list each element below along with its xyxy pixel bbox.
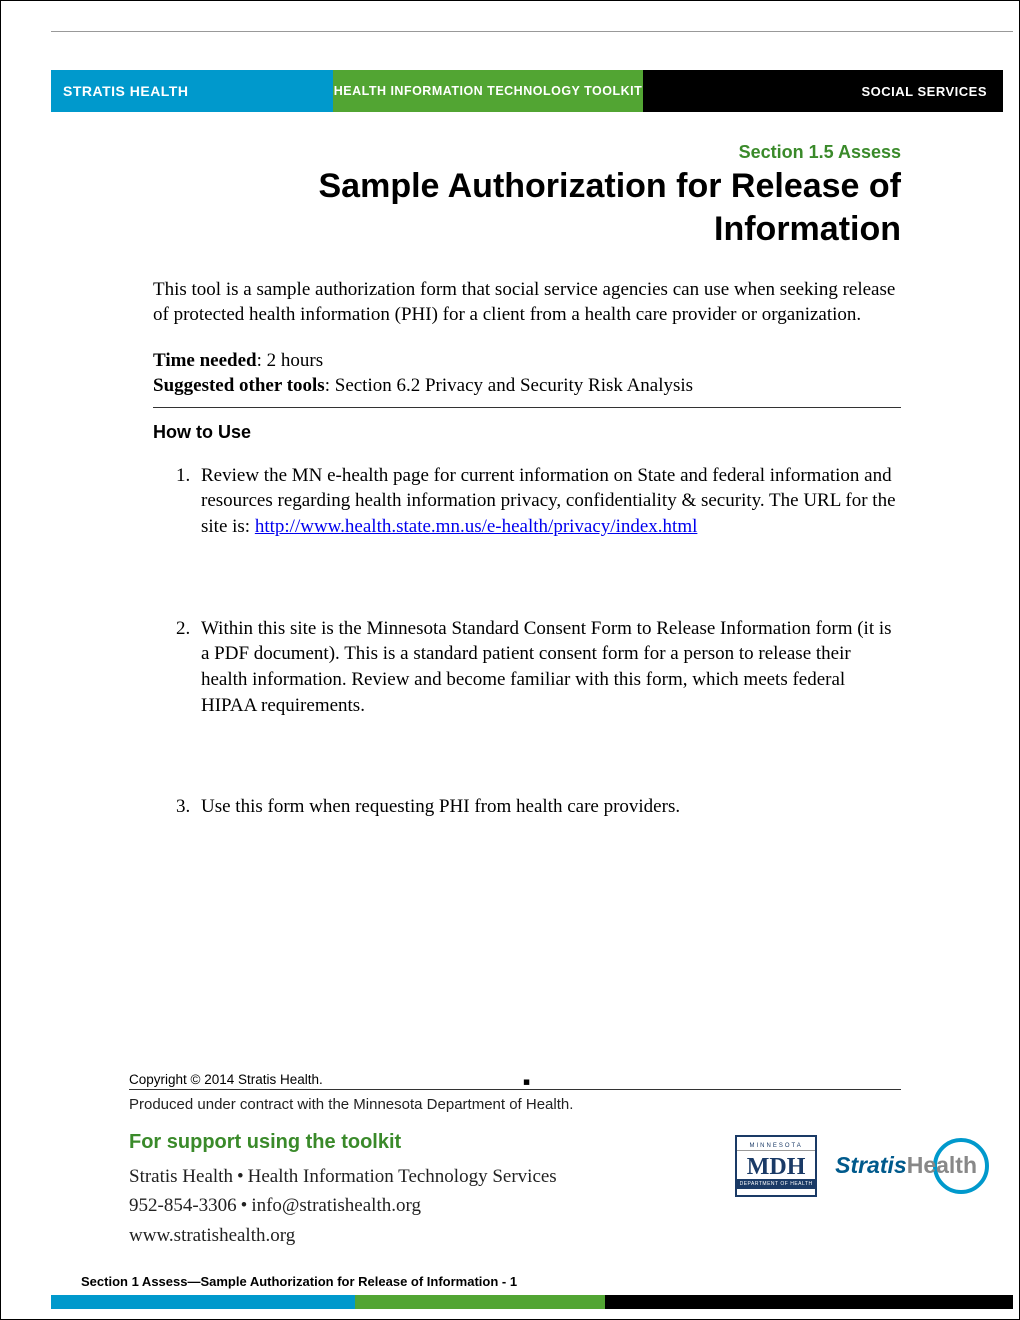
section-label: Section 1.5 Assess — [153, 142, 901, 163]
suggested-tools: Suggested other tools: Section 6.2 Priva… — [153, 374, 901, 399]
support-title: For support using the toolkit — [129, 1127, 557, 1158]
step-3-text: Use this form when requesting PHI from h… — [201, 796, 680, 817]
header-brand: STRATIS HEALTH — [51, 70, 333, 112]
support-org: Stratis Health — [129, 1166, 233, 1187]
bottom-bar-black — [605, 1295, 1013, 1309]
page-title: Sample Authorization for Release of Info… — [153, 165, 901, 250]
step-2-text: Within this site is the Minnesota Standa… — [201, 618, 892, 716]
step-2: Within this site is the Minnesota Standa… — [195, 616, 901, 719]
time-value: : 2 hours — [257, 350, 324, 371]
steps-list: Review the MN e-health page for current … — [153, 463, 901, 820]
meta-block: Time needed: 2 hours Suggested other too… — [153, 349, 901, 398]
top-divider — [51, 31, 1013, 32]
copyright-text: Copyright © 2014 Stratis Health. — [129, 1072, 323, 1087]
header-toolkit: HEALTH INFORMATION TECHNOLOGY TOOLKIT — [333, 70, 643, 112]
bottom-bar — [51, 1295, 1013, 1309]
time-needed: Time needed: 2 hours — [153, 349, 901, 374]
time-label: Time needed — [153, 350, 257, 371]
support-url: www.stratishealth.org — [129, 1221, 557, 1250]
support-email: info@stratishealth.org — [251, 1195, 421, 1216]
stratis-logo: StratisHealth — [835, 1138, 989, 1194]
support-block: For support using the toolkit Stratis He… — [1, 1113, 1019, 1250]
copyright-row: Copyright © 2014 Stratis Health. ▪ — [129, 1072, 901, 1090]
document-page: STRATIS HEALTH HEALTH INFORMATION TECHNO… — [0, 0, 1020, 1320]
mdh-main-text: MDH — [747, 1151, 806, 1179]
mdh-logo: MINNESOTA MDH DEPARTMENT OF HEALTH — [735, 1135, 817, 1197]
divider — [153, 407, 901, 408]
square-bullet-icon: ▪ — [523, 1077, 531, 1087]
mdh-top-label: MINNESOTA — [737, 1142, 815, 1151]
ehealth-link[interactable]: http://www.health.state.mn.us/e-health/p… — [255, 516, 698, 537]
page-footer-label: Section 1 Assess—Sample Authorization fo… — [1, 1250, 1019, 1295]
support-line-2: 952-854-3306•info@stratishealth.org — [129, 1191, 557, 1220]
support-line-1: Stratis Health•Health Information Techno… — [129, 1162, 557, 1191]
stratis-logo-text: StratisHealth — [835, 1152, 977, 1179]
stratis-word1: Stratis — [835, 1152, 907, 1178]
mdh-bottom-label: DEPARTMENT OF HEALTH — [737, 1179, 815, 1189]
footer-region: Copyright © 2014 Stratis Health. ▪ Produ… — [1, 1072, 1019, 1309]
support-phone: 952-854-3306 — [129, 1195, 237, 1216]
content-area: Section 1.5 Assess Sample Authorization … — [1, 112, 1019, 820]
produced-text: Produced under contract with the Minneso… — [1, 1090, 1019, 1113]
intro-paragraph: This tool is a sample authorization form… — [153, 278, 901, 327]
step-3: Use this form when requesting PHI from h… — [195, 794, 901, 820]
bottom-bar-blue — [51, 1295, 355, 1309]
header-bar: STRATIS HEALTH HEALTH INFORMATION TECHNO… — [51, 70, 1003, 112]
step-1: Review the MN e-health page for current … — [195, 463, 901, 540]
howto-heading: How to Use — [153, 422, 901, 443]
bullet-icon: • — [233, 1166, 248, 1187]
stratis-word2: Health — [907, 1152, 977, 1178]
tools-value: : Section 6.2 Privacy and Security Risk … — [325, 375, 693, 396]
logos: MINNESOTA MDH DEPARTMENT OF HEALTH Strat… — [735, 1127, 989, 1197]
support-service: Health Information Technology Services — [248, 1166, 557, 1187]
bullet-icon: • — [237, 1195, 252, 1216]
bottom-bar-green — [355, 1295, 605, 1309]
tools-label: Suggested other tools — [153, 375, 325, 396]
header-category: SOCIAL SERVICES — [643, 70, 1003, 112]
support-info: For support using the toolkit Stratis He… — [129, 1127, 557, 1250]
